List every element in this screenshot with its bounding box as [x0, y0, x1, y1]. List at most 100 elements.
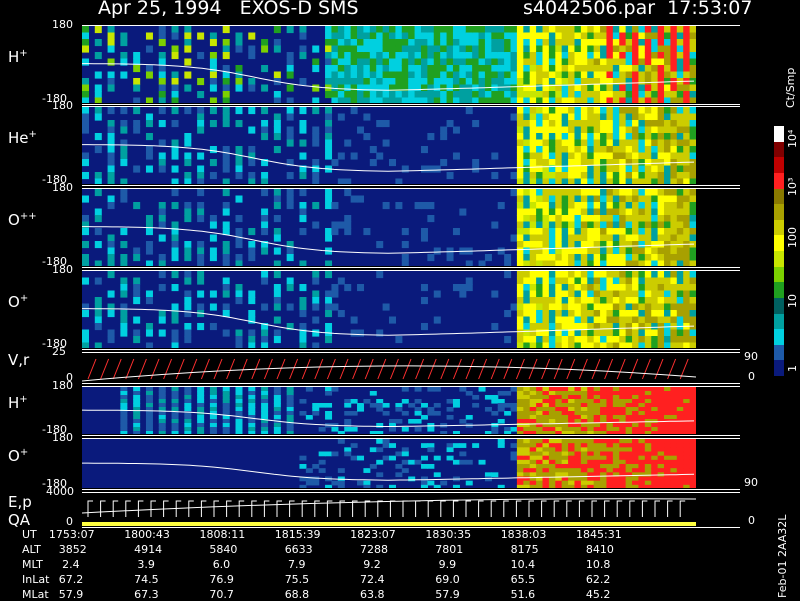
heatmap-cell — [197, 202, 205, 210]
heatmap-cell — [472, 97, 480, 103]
heatmap-cell — [273, 336, 281, 344]
heatmap-cell — [523, 419, 531, 424]
heatmap-cell — [561, 403, 569, 408]
heatmap-cell — [600, 45, 608, 53]
heatmap-cell — [683, 415, 691, 420]
heatmap-cell — [158, 208, 166, 216]
heatmap-cell — [472, 78, 480, 86]
heatmap-cell — [568, 277, 576, 285]
heatmap-cell — [555, 277, 563, 285]
heatmap-cell — [325, 387, 333, 392]
heatmap-cell — [600, 178, 608, 184]
heatmap-cell — [120, 411, 128, 416]
heatmap-cell — [510, 403, 518, 408]
heatmap-cell — [357, 45, 365, 53]
heatmap-cell — [606, 310, 614, 318]
heatmap-cell — [638, 431, 646, 434]
heatmap-cell — [235, 228, 243, 236]
heatmap-cell — [510, 303, 518, 311]
colorbar-segment — [774, 141, 784, 158]
heatmap-cell — [619, 403, 627, 408]
heatmap-cell — [587, 427, 595, 432]
heatmap-cell — [523, 215, 531, 223]
heatmap-cell — [516, 336, 524, 344]
heatmap-cell — [536, 472, 544, 478]
heatmap-cell — [369, 65, 377, 73]
energy-sweep — [465, 500, 471, 517]
heatmap-cell — [593, 484, 601, 488]
heatmap-cell — [158, 284, 166, 292]
heatmap-cell — [568, 215, 576, 223]
heatmap-cell — [606, 387, 614, 392]
heatmap-cell — [420, 323, 428, 331]
heatmap-cell — [580, 195, 588, 203]
heatmap-cell — [619, 277, 627, 285]
heatmap-cell — [325, 71, 333, 79]
heatmap-cell — [536, 277, 544, 285]
heatmap-cell — [350, 32, 358, 40]
heatmap-cell — [574, 32, 582, 40]
heatmap-cell — [657, 107, 665, 115]
velocity-sweep — [200, 358, 210, 380]
heatmap-cell — [369, 71, 377, 79]
heatmap-cell — [331, 91, 339, 99]
heatmap-cell — [273, 316, 281, 324]
heatmap-cell — [286, 26, 294, 34]
heatmap-cell — [325, 32, 333, 40]
heatmap-cell — [600, 407, 608, 412]
heatmap-cell — [619, 65, 627, 73]
heatmap-cell — [273, 415, 281, 420]
heatmap-cell — [504, 32, 512, 40]
heatmap-cell — [158, 387, 166, 392]
heatmap-cell — [651, 271, 659, 279]
heatmap-cell — [427, 407, 435, 412]
heatmap-cell — [478, 97, 486, 103]
heatmap-cell — [619, 476, 627, 482]
heatmap-cell — [625, 411, 633, 416]
heatmap-cell — [670, 215, 678, 223]
heatmap-cell — [619, 443, 627, 448]
heatmap-cell — [248, 290, 256, 298]
heatmap-cell — [504, 411, 512, 416]
heatmap-cell — [94, 91, 102, 99]
heatmap-cell — [638, 455, 646, 461]
panel-right-tick-top: 90 — [744, 350, 758, 363]
heatmap-cell — [510, 45, 518, 53]
heatmap-cell — [651, 260, 659, 266]
heatmap-cell — [542, 415, 550, 420]
heatmap-cell — [555, 133, 563, 141]
heatmap-cell — [427, 480, 435, 486]
heatmap-cell — [446, 443, 454, 448]
heatmap-cell — [574, 139, 582, 147]
heatmap-cell — [459, 78, 467, 86]
heatmap-cell — [107, 32, 115, 40]
heatmap-cell — [459, 97, 467, 103]
velocity-sweep — [415, 358, 425, 380]
heatmap-cell — [600, 476, 608, 482]
heatmap-cell — [587, 484, 595, 488]
colorbar-segment — [774, 235, 784, 251]
table-cell: 67.2 — [58, 573, 84, 586]
heatmap-cell — [197, 247, 205, 255]
velocity-sweep — [289, 358, 299, 380]
heatmap-cell — [542, 336, 550, 344]
heatmap-cell — [644, 447, 652, 453]
heatmap-cell — [657, 427, 665, 432]
heatmap-cell — [197, 91, 205, 99]
heatmap-cell — [561, 97, 569, 103]
heatmap-cell — [612, 468, 620, 473]
heatmap-cell — [209, 71, 217, 79]
heatmap-cell — [683, 431, 691, 434]
heatmap-cell — [222, 303, 230, 311]
heatmap-cell — [625, 84, 633, 92]
heatmap-cell — [587, 403, 595, 408]
heatmap-cell — [689, 464, 696, 469]
heatmap-cell — [459, 91, 467, 99]
heatmap-cell — [612, 387, 620, 392]
velocity-sweep — [163, 358, 173, 380]
heatmap-cell — [625, 443, 633, 448]
heatmap-cell — [312, 221, 320, 229]
table-cell: 1808:11 — [199, 528, 246, 541]
heatmap-cell — [619, 228, 627, 236]
heatmap-cell — [491, 152, 499, 160]
